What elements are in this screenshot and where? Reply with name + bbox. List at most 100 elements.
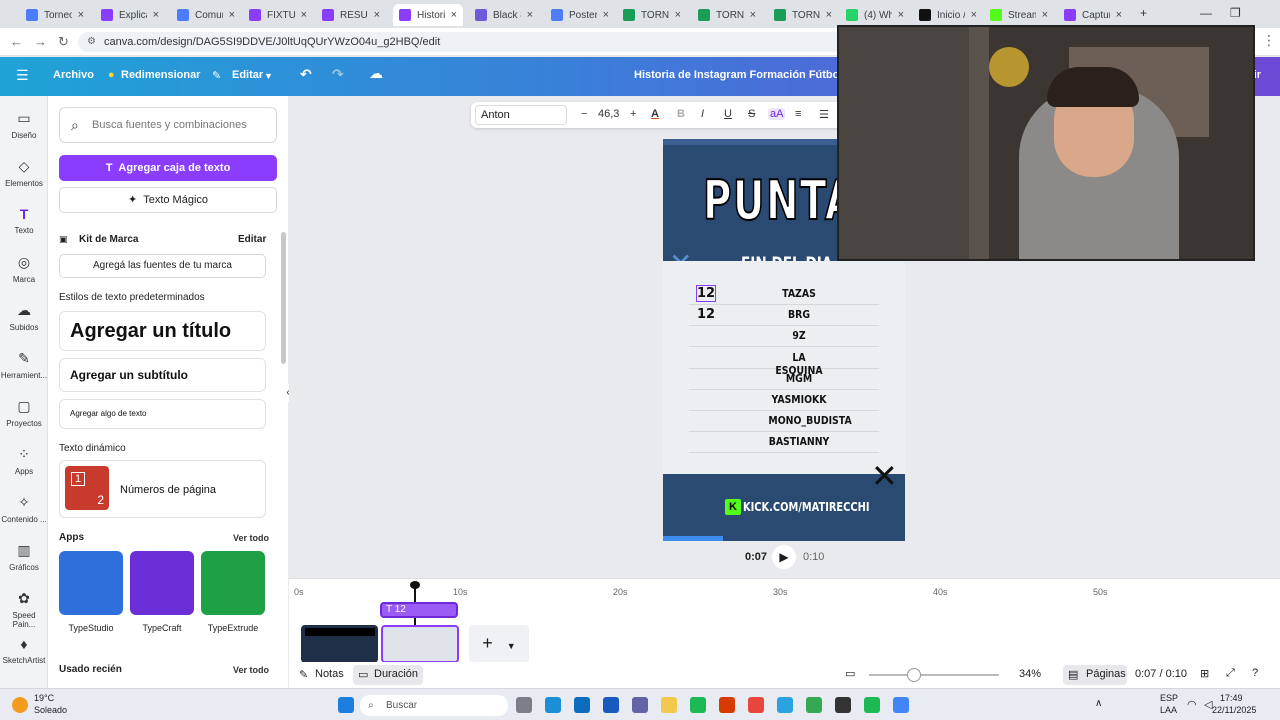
close-tab-icon[interactable]: × (78, 9, 84, 21)
text-color-icon[interactable]: A (651, 108, 659, 120)
close-tab-icon[interactable]: × (750, 9, 756, 21)
word-icon[interactable] (603, 697, 619, 713)
browser-menu-icon[interactable]: ⋮ (1262, 32, 1276, 49)
close-tab-icon[interactable]: × (675, 9, 681, 21)
chevron-down-icon[interactable]: ▼ (507, 641, 516, 651)
url-bar[interactable]: ⚙ canva.com/design/DAG5SI9DDVE/J0ltUqQUr… (78, 32, 848, 52)
page-clip-1[interactable] (301, 625, 378, 663)
minimize-button[interactable]: — (1200, 6, 1212, 20)
spotify-icon[interactable] (690, 697, 706, 713)
app-tile[interactable] (59, 551, 123, 615)
browser-tab[interactable]: TORNE × (768, 4, 838, 26)
rail-item[interactable]: ✎ Herramient... (0, 350, 48, 380)
text-track-clip[interactable]: T 12 (380, 602, 458, 618)
close-tab-icon[interactable]: × (374, 9, 380, 21)
letter-case-icon[interactable]: aA (768, 108, 786, 120)
new-tab-button[interactable]: + (1140, 6, 1147, 20)
explorer-icon[interactable] (661, 697, 677, 713)
brand-edit-link[interactable]: Editar (238, 234, 266, 245)
clock-date[interactable]: 22/11/2025 (1212, 705, 1256, 715)
browser-tab[interactable]: Black 8 × (469, 4, 539, 26)
outlook-icon[interactable] (574, 697, 590, 713)
add-body-text-button[interactable]: Agregar algo de texto (59, 399, 266, 429)
font-search-input[interactable]: ⌕ Busca fuentes y combinaciones (59, 107, 277, 143)
menu-file[interactable]: Archivo (53, 69, 94, 81)
browser-tab[interactable]: FIXTUR × (243, 4, 313, 26)
rail-item[interactable]: T Texto (0, 206, 48, 235)
chevron-down-icon[interactable]: ▼ (264, 71, 273, 81)
rail-item[interactable]: ☁ Subidos (0, 302, 48, 332)
team-score[interactable]: 12 (697, 307, 715, 322)
add-text-box-button[interactable]: T Agregar caja de texto (59, 155, 277, 181)
app-tile[interactable] (201, 551, 265, 615)
pages-button[interactable]: ▤ Páginas (1063, 665, 1127, 685)
tray-chevron-icon[interactable]: ∧ (1095, 698, 1102, 709)
maximize-button[interactable]: ❐ (1230, 6, 1241, 20)
spotify-app-icon[interactable] (864, 697, 880, 713)
panel-scrollbar[interactable] (281, 232, 286, 364)
resize-button[interactable]: Redimensionar (121, 69, 200, 81)
browser-tab[interactable]: Torneo × (20, 4, 90, 26)
browser-tab[interactable]: Poster × (545, 4, 615, 26)
zoom-slider[interactable] (869, 674, 999, 676)
app-tile[interactable] (130, 551, 194, 615)
increase-size-button[interactable]: + (630, 108, 636, 120)
clock-time[interactable]: 17:49 (1220, 693, 1243, 703)
close-tab-icon[interactable]: × (603, 9, 609, 21)
chrome-profile-icon[interactable] (806, 697, 822, 713)
add-heading-button[interactable]: Agregar un título (59, 311, 266, 351)
telegram-icon[interactable] (777, 697, 793, 713)
fullscreen-icon[interactable]: ⤢ (1226, 667, 1235, 680)
close-tab-icon[interactable]: × (301, 9, 307, 21)
back-icon[interactable]: ← (10, 34, 23, 49)
teams-icon[interactable] (632, 697, 648, 713)
redo-icon[interactable]: ↷ (332, 66, 344, 83)
underline-icon[interactable]: U (724, 108, 732, 120)
font-size-input[interactable]: 46,3 (598, 108, 619, 120)
browser-tab[interactable]: RESULT × (316, 4, 386, 26)
m365-icon[interactable] (719, 697, 735, 713)
grid-view-icon[interactable]: ⊞ (1200, 667, 1209, 680)
close-tab-icon[interactable]: × (527, 9, 533, 21)
add-brand-fonts-button[interactable]: Agregá las fuentes de tu marca (59, 254, 266, 278)
team-name[interactable]: MGM (768, 372, 829, 385)
browser-tab[interactable]: TORNE × (617, 4, 687, 26)
close-tab-icon[interactable]: × (1116, 9, 1122, 21)
document-title[interactable]: Historia de Instagram Formación Fútbol F… (634, 69, 871, 81)
duration-button[interactable]: ▭ Duración (353, 665, 423, 685)
recent-see-all-link[interactable]: Ver todo (233, 665, 269, 675)
close-tab-icon[interactable]: × (153, 9, 159, 21)
team-name[interactable]: BRG (768, 308, 829, 321)
edit-menu[interactable]: Editar (232, 69, 263, 81)
fit-screen-icon[interactable]: ▭ (845, 667, 855, 680)
kick-url[interactable]: KICK.COM/MATIRECCHI (743, 500, 869, 514)
close-tab-icon[interactable]: × (826, 9, 832, 21)
team-name[interactable]: YASMIOKK (768, 393, 829, 406)
font-family-select[interactable]: Anton (475, 105, 567, 125)
weather-icon[interactable] (12, 697, 28, 713)
rail-item[interactable]: ✿ Speed Pain... (0, 590, 48, 629)
playhead-handle[interactable] (410, 581, 420, 589)
rail-item[interactable]: ◎ Marca (0, 254, 48, 284)
notes-button[interactable]: Notas (315, 668, 344, 680)
browser-tab[interactable]: Stream × (984, 4, 1054, 26)
team-name[interactable]: 9Z (768, 329, 829, 342)
chrome-alt-icon[interactable] (893, 697, 909, 713)
site-info-icon[interactable]: ⚙ (87, 32, 96, 52)
team-name[interactable]: TAZAS (768, 287, 829, 300)
cloud-saved-icon[interactable]: ☁ (369, 65, 383, 82)
play-button[interactable]: ▶ (772, 545, 796, 569)
zoom-slider-handle[interactable] (907, 668, 921, 682)
align-center-icon[interactable]: ≡ (795, 108, 801, 120)
notes-icon[interactable]: ✎ (299, 668, 308, 681)
browser-tab[interactable]: Captur × (1058, 4, 1128, 26)
list-icon[interactable]: ☰ (819, 108, 829, 121)
close-tab-icon[interactable]: × (229, 9, 235, 21)
forward-icon[interactable]: → (34, 34, 47, 49)
team-name[interactable]: MONO_BUDISTA (768, 414, 851, 427)
close-tab-icon[interactable]: × (898, 9, 904, 21)
browser-tab[interactable]: Inicio / × (913, 4, 983, 26)
rail-item[interactable]: ✧ Contenido ... (0, 494, 48, 524)
add-subheading-button[interactable]: Agregar un subtítulo (59, 358, 266, 392)
help-icon[interactable]: ? (1252, 667, 1258, 679)
